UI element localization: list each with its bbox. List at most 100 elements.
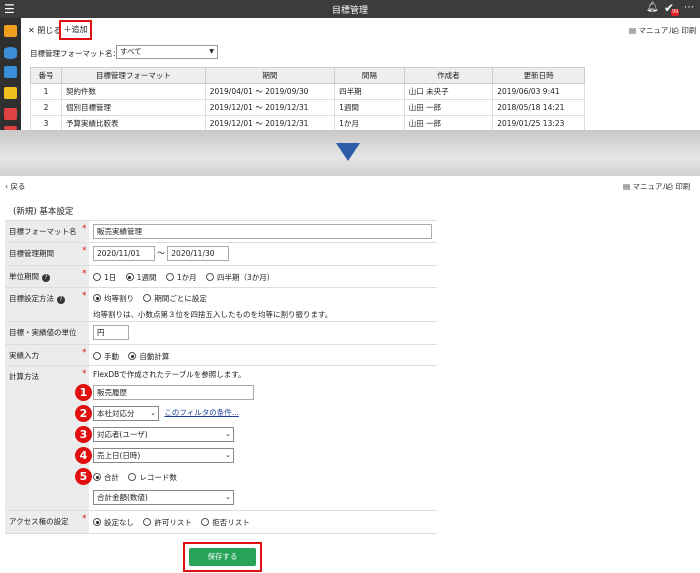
radio-unit-day[interactable]: 1日 (93, 272, 116, 283)
column-header[interactable]: 期間 (204, 67, 336, 84)
required-icon: * (82, 348, 87, 358)
chevron-down-icon: ⌄ (225, 430, 231, 438)
print-button[interactable]: ⎙ 印刷 (667, 181, 690, 192)
calc-intro: FlexDBで作成されたテーブルを参照します。 (93, 370, 246, 379)
home-icon[interactable] (4, 25, 17, 37)
radio-access-deny[interactable]: 拒否リスト (201, 517, 250, 528)
table-row[interactable]: 2 個別目標管理 2019/12/01 ～ 2019/12/31 1週間 山田 … (30, 99, 585, 116)
save-button[interactable]: 保存する (189, 548, 256, 566)
print-button[interactable]: ⎙ 印刷 (673, 25, 696, 36)
filter-condition-link[interactable]: このフィルタの条件... (164, 408, 239, 417)
radio-unit-week[interactable]: 1週間 (125, 272, 156, 283)
settings-form: 目標フォーマット名 * 販売実績管理 目標管理期間 * 2020/11/01 ～… (5, 220, 437, 534)
table-cell: 個別目標管理 (60, 99, 206, 116)
radio-agg-sum[interactable]: 合計 (93, 472, 119, 483)
close-button[interactable]: ✕ 閉じる (28, 25, 61, 36)
column-header[interactable]: 更新日時 (492, 67, 585, 84)
format-filter-select[interactable]: すべて ▼ (116, 45, 218, 59)
radio-access-allow[interactable]: 許可リスト (143, 517, 192, 528)
table-cell: 山口 未央子 (403, 83, 494, 100)
period-row: 目標管理期間 * 2020/11/01 ～ 2020/11/30 (5, 243, 437, 266)
radio-agg-count[interactable]: レコード数 (128, 472, 177, 483)
radio-input-manual[interactable]: 手動 (93, 351, 119, 362)
radio-method-equal[interactable]: 均等割り (93, 293, 134, 304)
field-label: 実績入力 (5, 345, 89, 365)
radio-input-auto[interactable]: 自動計算 (128, 351, 169, 362)
filter-select[interactable]: 本社対応分 ⌄ (93, 406, 159, 421)
print-icon: ⎙ (673, 26, 679, 35)
filter-label: 目標管理フォーマット名： (30, 49, 120, 58)
chevron-down-icon: ⌄ (225, 451, 231, 459)
column-header[interactable]: 間隔 (334, 67, 405, 84)
close-icon: ✕ (28, 26, 35, 35)
radio-access-none[interactable]: 設定なし (93, 517, 134, 528)
step-number: 3 (75, 426, 92, 443)
help-icon[interactable]: ? (42, 274, 50, 282)
required-icon: * (82, 246, 87, 256)
field-label: 目標設定方法? (5, 288, 89, 321)
step-number: 2 (75, 405, 92, 422)
more-icon[interactable]: ⋯ (684, 2, 694, 13)
mail-icon[interactable] (4, 108, 17, 120)
chat-icon[interactable] (4, 66, 17, 78)
table-cell: 山田 一郎 (403, 99, 494, 116)
radio-unit-month[interactable]: 1か月 (165, 272, 197, 283)
print-icon: ⎙ (667, 182, 673, 191)
table-cell: 2018/05/18 14:21 (492, 99, 585, 116)
table-header-row: 番号 目標管理フォーマット 期間 間隔 作成者 更新日時 (30, 67, 585, 84)
person-field-select[interactable]: 対応者(ユーザ) ⌄ (93, 427, 234, 442)
method-note: 均等割りは、小数点第３位を四捨五入したものを均等に割り振ります。 (93, 310, 333, 319)
table-cell: 2019/06/03 9:41 (492, 83, 585, 100)
notification-badge: 99 (671, 9, 680, 16)
table-cell: 契約件数 (60, 83, 206, 100)
actual-input-row: 実績入力 * 手動 自動計算 (5, 345, 437, 366)
section-title: (新規) 基本設定 (13, 207, 74, 217)
bell-icon[interactable]: 🔔︎ (646, 2, 659, 13)
column-header[interactable]: 作成者 (403, 67, 494, 84)
chevron-down-icon: ⌄ (225, 493, 231, 501)
back-button[interactable]: ‹ 戻る (5, 181, 25, 192)
reference-table-input[interactable]: 販売履歴 (93, 385, 254, 400)
manual-icon: ▤ (629, 26, 637, 35)
format-name-input[interactable]: 販売実績管理 (93, 224, 432, 239)
manual-icon: ▤ (623, 182, 631, 191)
table-row[interactable]: 1 契約件数 2019/04/01 ～ 2019/09/30 四半期 山口 未央… (30, 83, 585, 100)
manual-button[interactable]: ▤ マニュアル (629, 25, 676, 36)
field-label: 単位期間? (5, 266, 89, 287)
settings-panel: ‹ 戻る ▤ マニュアル ⎙ 印刷 (新規) 基本設定 目標フォーマット名 * … (0, 176, 700, 573)
table-cell: 2 (30, 99, 62, 116)
format-name-row: 目標フォーマット名 * 販売実績管理 (5, 221, 437, 243)
add-button[interactable]: ＋追加 (59, 20, 92, 40)
period-to-input[interactable]: 2020/11/30 (167, 246, 230, 261)
database-icon[interactable] (4, 47, 17, 59)
transition-band (0, 130, 700, 176)
required-icon: * (82, 369, 87, 379)
help-icon[interactable]: ? (57, 296, 65, 304)
required-icon: * (82, 514, 87, 524)
app-title: 目標管理 (331, 6, 368, 16)
arrow-down-icon (336, 143, 360, 161)
step-number: 5 (75, 468, 92, 485)
table-cell: 2019/04/01 ～ 2019/09/30 (204, 83, 336, 100)
access-row: アクセス権の設定 * 設定なし 許可リスト 拒否リスト (5, 511, 437, 534)
unit-input[interactable]: 円 (93, 325, 129, 340)
chevron-down-icon: ▼ (209, 48, 214, 55)
table-cell: 四半期 (334, 83, 405, 100)
table-cell: 1週間 (334, 99, 405, 116)
column-header[interactable]: 番号 (30, 67, 62, 84)
field-label: アクセス権の設定 (5, 511, 89, 533)
list-panel: ✕ 閉じる ＋追加 ▤ マニュアル ⎙ 印刷 目標管理フォーマット名： すべて … (21, 18, 700, 132)
side-nav (0, 18, 21, 130)
column-header[interactable]: 目標管理フォーマット (60, 67, 206, 84)
sum-field-select[interactable]: 合計金額(数値) ⌄ (93, 490, 234, 505)
briefcase-icon[interactable] (4, 87, 17, 99)
radio-unit-quarter[interactable]: 四半期（3か月） (206, 272, 274, 283)
field-label: 目標フォーマット名 (5, 221, 89, 242)
period-separator: ～ (157, 248, 165, 258)
date-field-select[interactable]: 売上日(日時) ⌄ (93, 448, 234, 463)
step-number: 1 (75, 384, 92, 401)
period-from-input[interactable]: 2020/11/01 (93, 246, 155, 261)
radio-method-per-period[interactable]: 期間ごとに設定 (143, 293, 207, 304)
format-table: 番号 目標管理フォーマット 期間 間隔 作成者 更新日時 1 契約件数 2019… (30, 67, 585, 132)
manual-button[interactable]: ▤ マニュアル (623, 181, 670, 192)
